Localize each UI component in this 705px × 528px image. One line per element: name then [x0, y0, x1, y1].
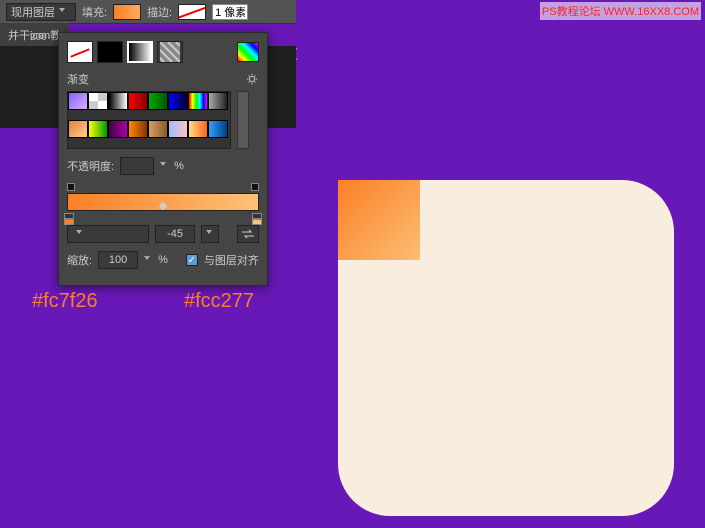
presets-scrollbar[interactable]	[237, 91, 249, 149]
fill-none-button[interactable]	[67, 41, 93, 63]
gradient-preset[interactable]	[68, 92, 88, 110]
gradient-preset[interactable]	[168, 92, 188, 110]
gradient-preset[interactable]	[148, 120, 168, 138]
stroke-width-input[interactable]	[212, 4, 248, 20]
opacity-stop-right[interactable]	[251, 183, 259, 191]
layer-mode-label: 现用图层	[11, 4, 55, 20]
fill-label: 填充:	[82, 4, 107, 20]
angle-down-button[interactable]	[201, 225, 219, 243]
gradient-preset[interactable]	[108, 120, 128, 138]
options-bar: 现用图层 填充: 描边:	[0, 0, 296, 24]
canvas-gradient-square	[338, 180, 420, 260]
fill-pattern-button[interactable]	[157, 41, 183, 63]
gradient-preset[interactable]	[88, 92, 108, 110]
fill-popover: 渐变 不透明度: % -45 缩放: 100 %	[58, 32, 268, 286]
align-with-layer-checkbox[interactable]	[186, 254, 198, 266]
gradient-title: 渐变	[67, 71, 89, 87]
gradient-preset[interactable]	[128, 92, 148, 110]
gradient-preset[interactable]	[108, 92, 128, 110]
chevron-down-icon[interactable]	[160, 162, 168, 170]
gradient-preset[interactable]	[88, 120, 108, 138]
reverse-gradient-button[interactable]	[237, 225, 259, 243]
opacity-label: 不透明度:	[67, 158, 114, 174]
gradient-preset[interactable]	[208, 92, 228, 110]
gradient-presets	[67, 91, 231, 149]
chevron-down-icon	[59, 8, 67, 16]
gradient-preset[interactable]	[188, 92, 208, 110]
gradient-preset[interactable]	[208, 120, 228, 138]
layer-mode-dropdown[interactable]: 现用图层	[6, 3, 76, 21]
gradient-editor	[67, 183, 259, 225]
gradient-preset[interactable]	[128, 120, 148, 138]
hex-annotation-left: #fc7f26	[32, 290, 98, 313]
opacity-input[interactable]	[120, 157, 154, 175]
fill-swatch[interactable]	[113, 4, 141, 20]
color-stop-right[interactable]	[252, 213, 262, 225]
align-label: 与图层对齐	[204, 252, 259, 268]
opacity-unit: %	[174, 160, 184, 172]
color-picker-button[interactable]	[237, 42, 259, 62]
color-stop-left[interactable]	[64, 213, 74, 225]
scale-label: 缩放:	[67, 252, 92, 268]
watermark: PS教程论坛 WWW.16XX8.COM	[540, 2, 701, 20]
hex-annotation-right: #fcc277	[184, 290, 254, 313]
gradient-type-dropdown[interactable]	[67, 225, 149, 243]
gradient-preset[interactable]	[68, 120, 88, 138]
stroke-swatch[interactable]	[178, 4, 206, 20]
gradient-preset[interactable]	[148, 92, 168, 110]
fill-gradient-button[interactable]	[127, 41, 153, 63]
gear-icon[interactable]	[245, 72, 259, 86]
gradient-preset[interactable]	[168, 120, 188, 138]
chevron-down-icon[interactable]	[144, 256, 152, 264]
fill-type-row	[67, 41, 259, 63]
angle-stepper	[201, 225, 219, 243]
opacity-stop-left[interactable]	[67, 183, 75, 191]
fill-solid-button[interactable]	[97, 41, 123, 63]
stroke-label: 描边:	[147, 4, 172, 20]
gradient-preset[interactable]	[188, 120, 208, 138]
scale-unit: %	[158, 254, 168, 266]
angle-input[interactable]: -45	[155, 225, 195, 243]
ruler-tick: 200	[30, 32, 47, 43]
gradient-section: 渐变	[67, 71, 259, 87]
scale-input[interactable]: 100	[98, 251, 138, 269]
chevron-down-icon	[76, 230, 84, 238]
